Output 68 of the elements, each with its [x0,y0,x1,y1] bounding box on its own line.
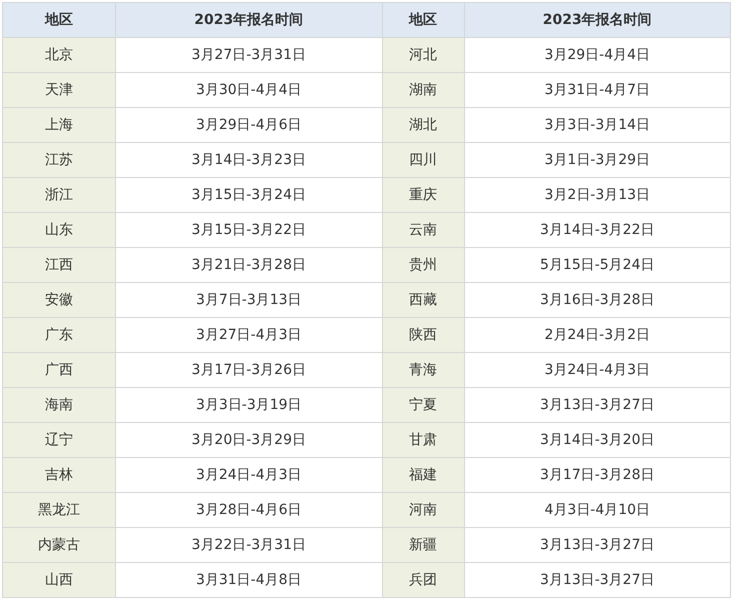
date-cell: 3月14日-3月23日 [116,142,382,178]
column-header: 2023年报名时间 [116,2,382,38]
date-cell: 3月7日-3月13日 [116,282,382,318]
date-cell: 3月27日-4月3日 [116,318,382,352]
region-cell: 四川 [382,142,464,178]
date-cell: 3月31日-4月8日 [116,562,382,598]
region-cell: 广西 [2,352,116,388]
region-cell: 新疆 [382,528,464,562]
region-cell: 北京 [2,38,116,72]
date-cell: 3月20日-3月29日 [116,422,382,458]
date-cell: 3月13日-3月27日 [464,388,730,422]
region-cell: 甘肃 [382,422,464,458]
date-cell: 3月3日-3月14日 [464,108,730,142]
region-cell: 山东 [2,212,116,248]
date-cell: 3月15日-3月22日 [116,212,382,248]
region-cell: 云南 [382,212,464,248]
region-cell: 江苏 [2,142,116,178]
column-header: 地区 [382,2,464,38]
date-cell: 3月15日-3月24日 [116,178,382,212]
region-cell: 广东 [2,318,116,352]
region-cell: 安徽 [2,282,116,318]
date-cell: 3月21日-3月28日 [116,248,382,282]
date-cell: 5月15日-5月24日 [464,248,730,282]
date-cell: 3月2日-3月13日 [464,178,730,212]
region-cell: 宁夏 [382,388,464,422]
date-cell: 3月17日-3月26日 [116,352,382,388]
date-cell: 3月29日-4月4日 [464,38,730,72]
date-cell: 3月24日-4月3日 [116,458,382,492]
region-cell: 内蒙古 [2,528,116,562]
region-cell: 湖北 [382,108,464,142]
region-cell: 黑龙江 [2,492,116,528]
date-cell: 3月30日-4月4日 [116,72,382,108]
region-cell: 河北 [382,38,464,72]
region-cell: 辽宁 [2,422,116,458]
region-cell: 青海 [382,352,464,388]
region-cell: 海南 [2,388,116,422]
date-cell: 3月22日-3月31日 [116,528,382,562]
region-cell: 福建 [382,458,464,492]
region-cell: 上海 [2,108,116,142]
region-cell: 天津 [2,72,116,108]
date-cell: 3月1日-3月29日 [464,142,730,178]
date-cell: 3月14日-3月22日 [464,212,730,248]
date-cell: 3月27日-3月31日 [116,38,382,72]
column-header: 2023年报名时间 [464,2,730,38]
region-cell: 湖南 [382,72,464,108]
date-cell: 3月13日-3月27日 [464,528,730,562]
region-cell: 西藏 [382,282,464,318]
date-cell: 4月3日-4月10日 [464,492,730,528]
date-cell: 3月17日-3月28日 [464,458,730,492]
region-cell: 浙江 [2,178,116,212]
date-cell: 3月3日-3月19日 [116,388,382,422]
date-cell: 3月29日-4月6日 [116,108,382,142]
region-cell: 河南 [382,492,464,528]
date-cell: 3月16日-3月28日 [464,282,730,318]
region-cell: 陕西 [382,318,464,352]
region-cell: 江西 [2,248,116,282]
date-cell: 2月24日-3月2日 [464,318,730,352]
date-cell: 3月31日-4月7日 [464,72,730,108]
region-cell: 山西 [2,562,116,598]
region-cell: 兵团 [382,562,464,598]
date-cell: 3月13日-3月27日 [464,562,730,598]
date-cell: 3月28日-4月6日 [116,492,382,528]
region-cell: 吉林 [2,458,116,492]
region-cell: 重庆 [382,178,464,212]
date-cell: 3月14日-3月20日 [464,422,730,458]
column-header: 地区 [2,2,116,38]
date-cell: 3月24日-4月3日 [464,352,730,388]
region-cell: 贵州 [382,248,464,282]
